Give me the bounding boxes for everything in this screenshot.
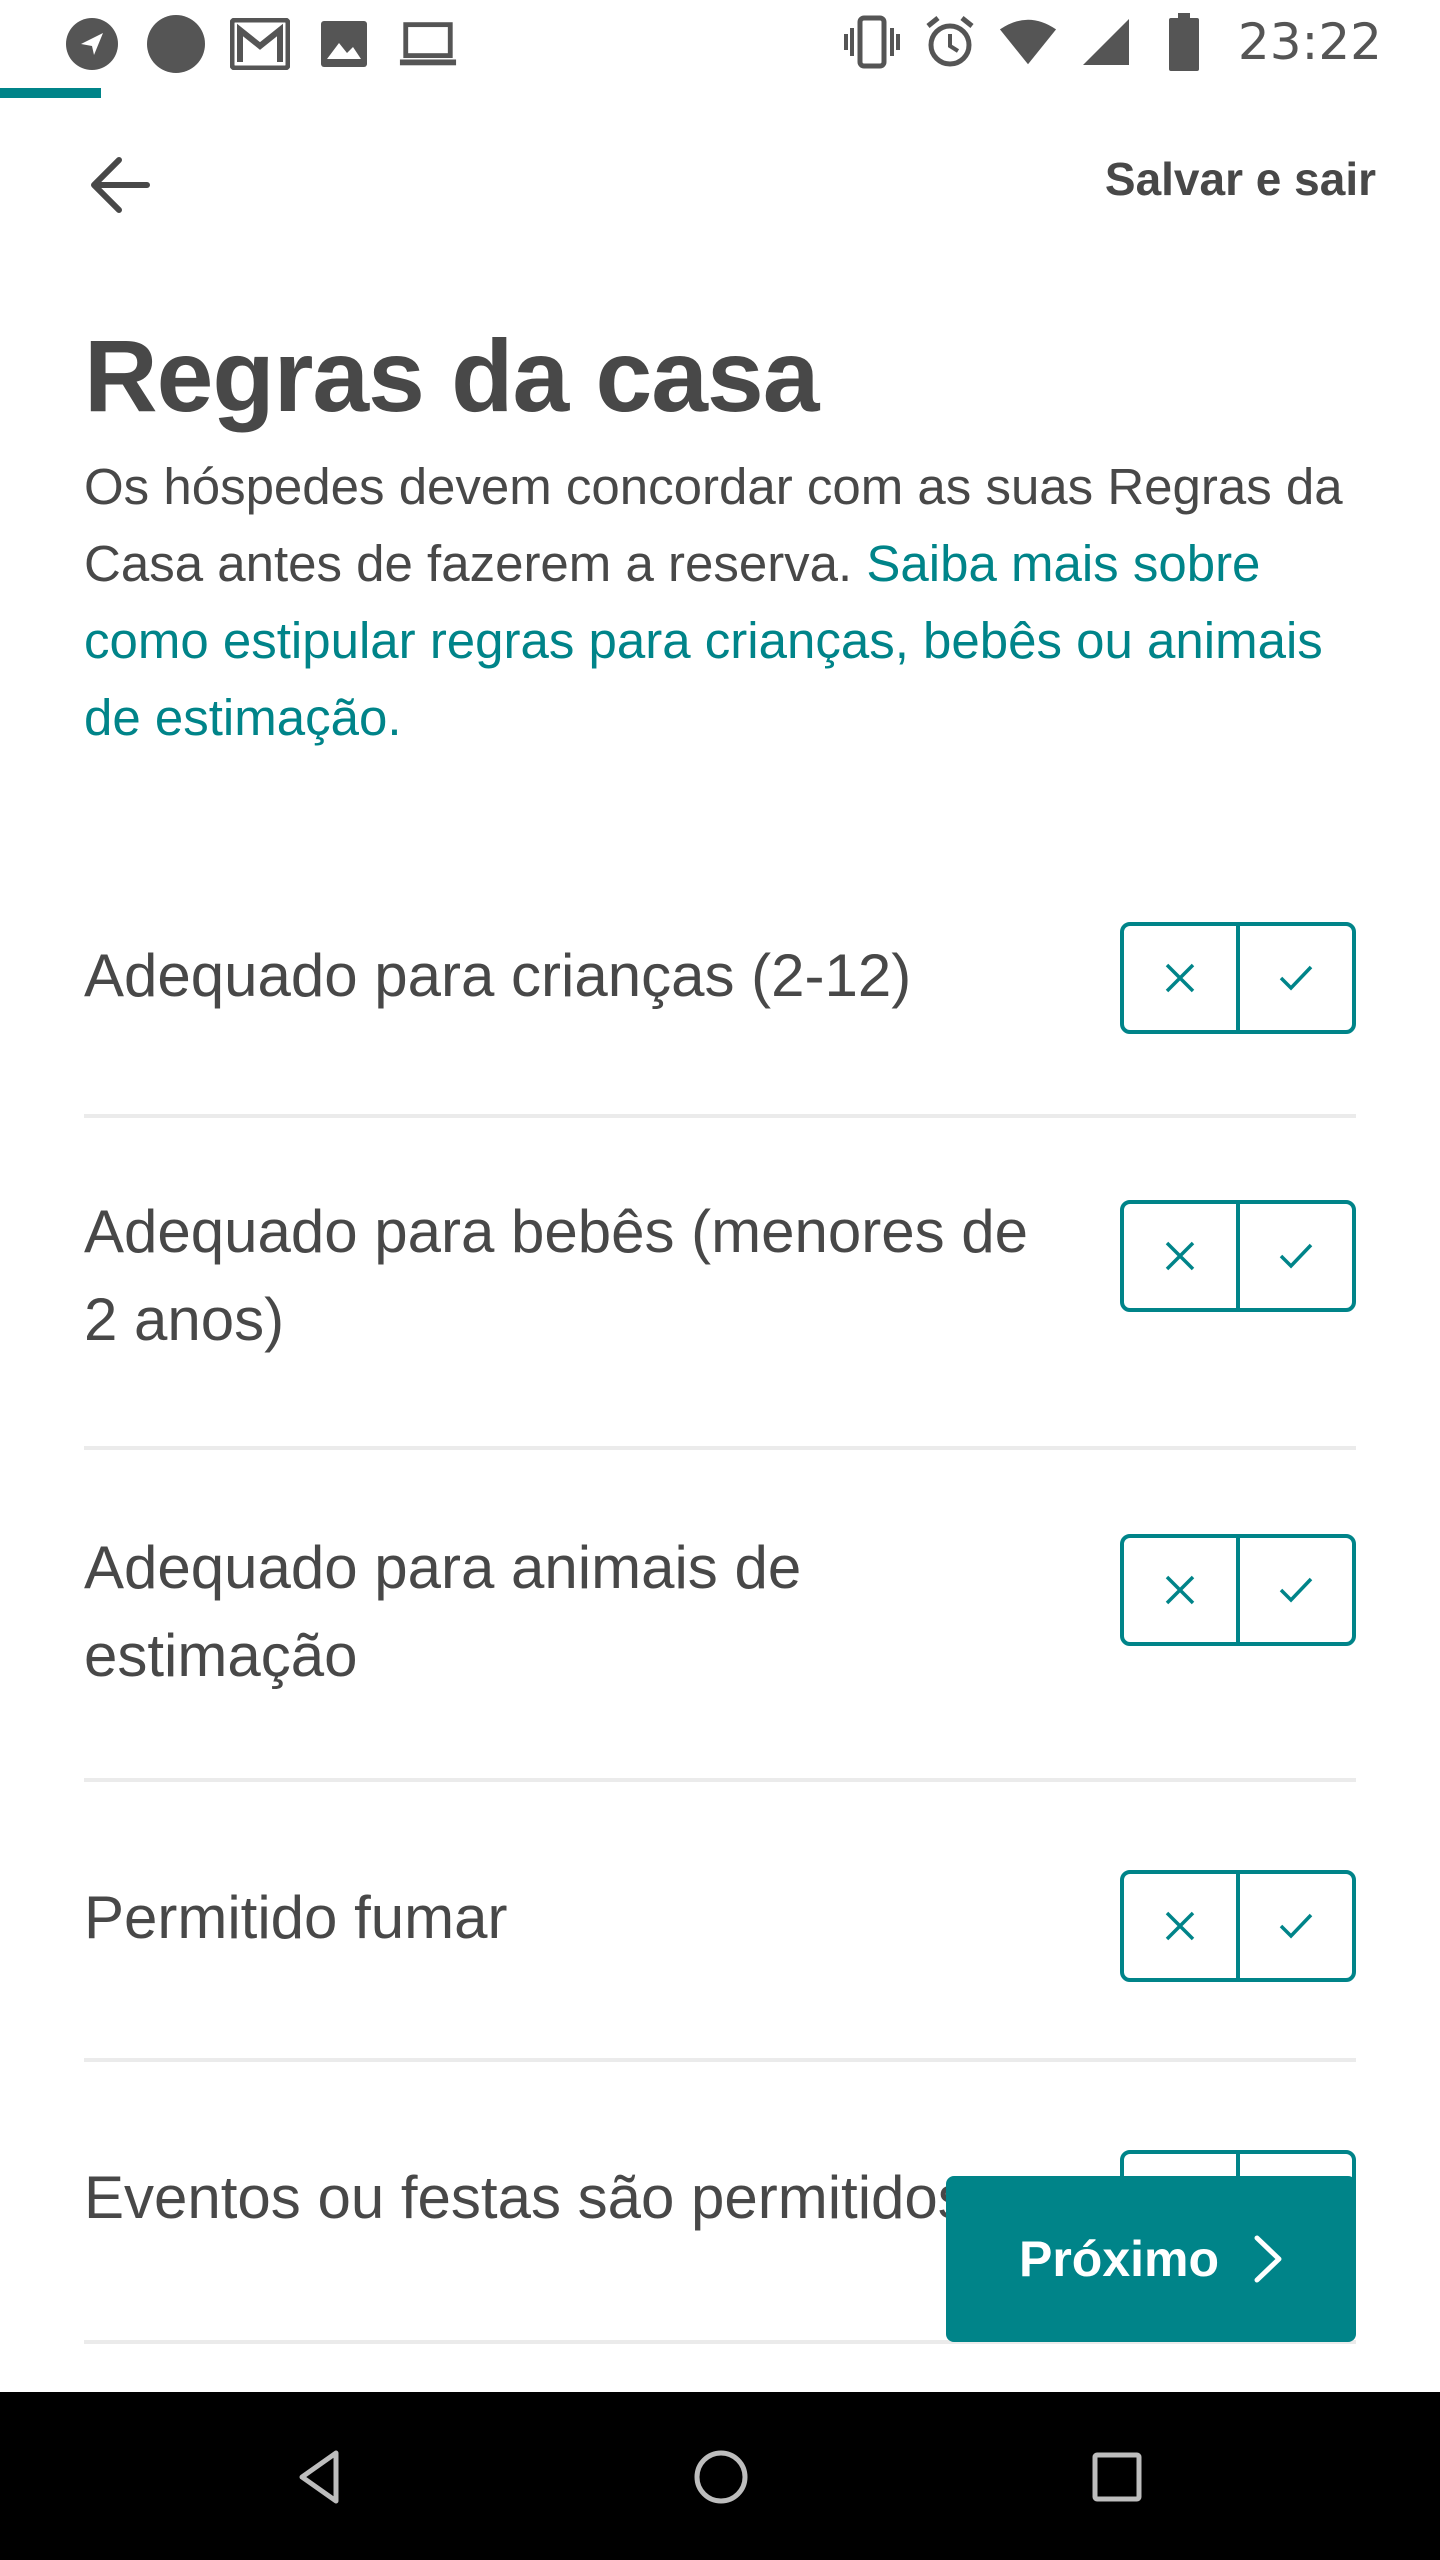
page-title: Regras da casa [84, 319, 819, 433]
rule-toggle [1120, 1534, 1356, 1646]
rule-label: Adequado para crianças (2-12) [84, 942, 912, 1009]
rule-row-infants: Adequado para bebês (menores de 2 anos) [84, 1118, 1356, 1450]
rule-label: Permitido fumar [84, 1884, 508, 1951]
nav-recents-button[interactable] [1072, 2432, 1162, 2522]
reject-option[interactable] [1124, 1204, 1236, 1308]
reject-option[interactable] [1124, 926, 1236, 1030]
nav-back-button[interactable] [277, 2432, 367, 2522]
chevron-right-icon [1254, 2235, 1282, 2283]
battery-icon [1154, 12, 1214, 72]
back-triangle-icon [299, 2450, 339, 2504]
gmail-icon [230, 14, 290, 74]
signal-icon [1076, 12, 1136, 72]
save-and-exit-button[interactable]: Salvar e sair [1105, 152, 1376, 206]
rule-row-pets: Adequado para animais de estimação [84, 1450, 1356, 1782]
vibrate-icon [842, 12, 902, 72]
back-button[interactable] [80, 145, 160, 225]
status-bar: 23:22 [0, 0, 1440, 84]
recents-square-icon [1092, 2452, 1142, 2502]
check-icon [1279, 1243, 1313, 1269]
status-right-icons: 23:22 [842, 12, 1382, 72]
close-icon [1165, 963, 1195, 993]
accept-option[interactable] [1236, 1538, 1352, 1642]
rule-label: Adequado para animais de estimação [84, 1534, 802, 1689]
alarm-icon [920, 12, 980, 72]
rule-label: Eventos ou festas são permitidos [84, 2164, 968, 2231]
next-button[interactable]: Próximo [946, 2176, 1356, 2342]
close-icon [1165, 1911, 1195, 1941]
close-icon [1165, 1241, 1195, 1271]
accept-option[interactable] [1236, 1874, 1352, 1978]
navigation-icon [62, 14, 122, 74]
reject-option[interactable] [1124, 1538, 1236, 1642]
status-time: 23:22 [1237, 13, 1382, 71]
arrow-left-icon [91, 157, 150, 213]
rule-row-children: Adequado para crianças (2-12) [84, 870, 1356, 1118]
wifi-icon [998, 12, 1058, 72]
rule-row-smoking: Permitido fumar [84, 1782, 1356, 2062]
progress-bar [0, 88, 1440, 98]
check-icon [1279, 965, 1313, 991]
intro-text: Os hóspedes devem concordar com as suas … [84, 448, 1374, 756]
check-icon [1279, 1577, 1313, 1603]
navigation-bar [0, 2392, 1440, 2560]
image-icon [314, 14, 374, 74]
progress-fill [0, 88, 101, 98]
close-icon [1165, 1575, 1195, 1605]
rule-toggle [1120, 922, 1356, 1034]
nav-home-button[interactable] [676, 2432, 766, 2522]
accept-option[interactable] [1236, 926, 1352, 1030]
status-left-icons [62, 14, 458, 74]
reject-option[interactable] [1124, 1874, 1236, 1978]
laptop-icon [398, 14, 458, 74]
rule-toggle [1120, 1200, 1356, 1312]
accept-option[interactable] [1236, 1204, 1352, 1308]
rule-toggle [1120, 1870, 1356, 1982]
home-circle-icon [694, 2450, 748, 2504]
check-icon [1279, 1913, 1313, 1939]
dot-icon [146, 14, 206, 74]
rule-label: Adequado para bebês (menores de 2 anos) [84, 1198, 1029, 1353]
next-button-label: Próximo [1018, 2231, 1220, 2287]
